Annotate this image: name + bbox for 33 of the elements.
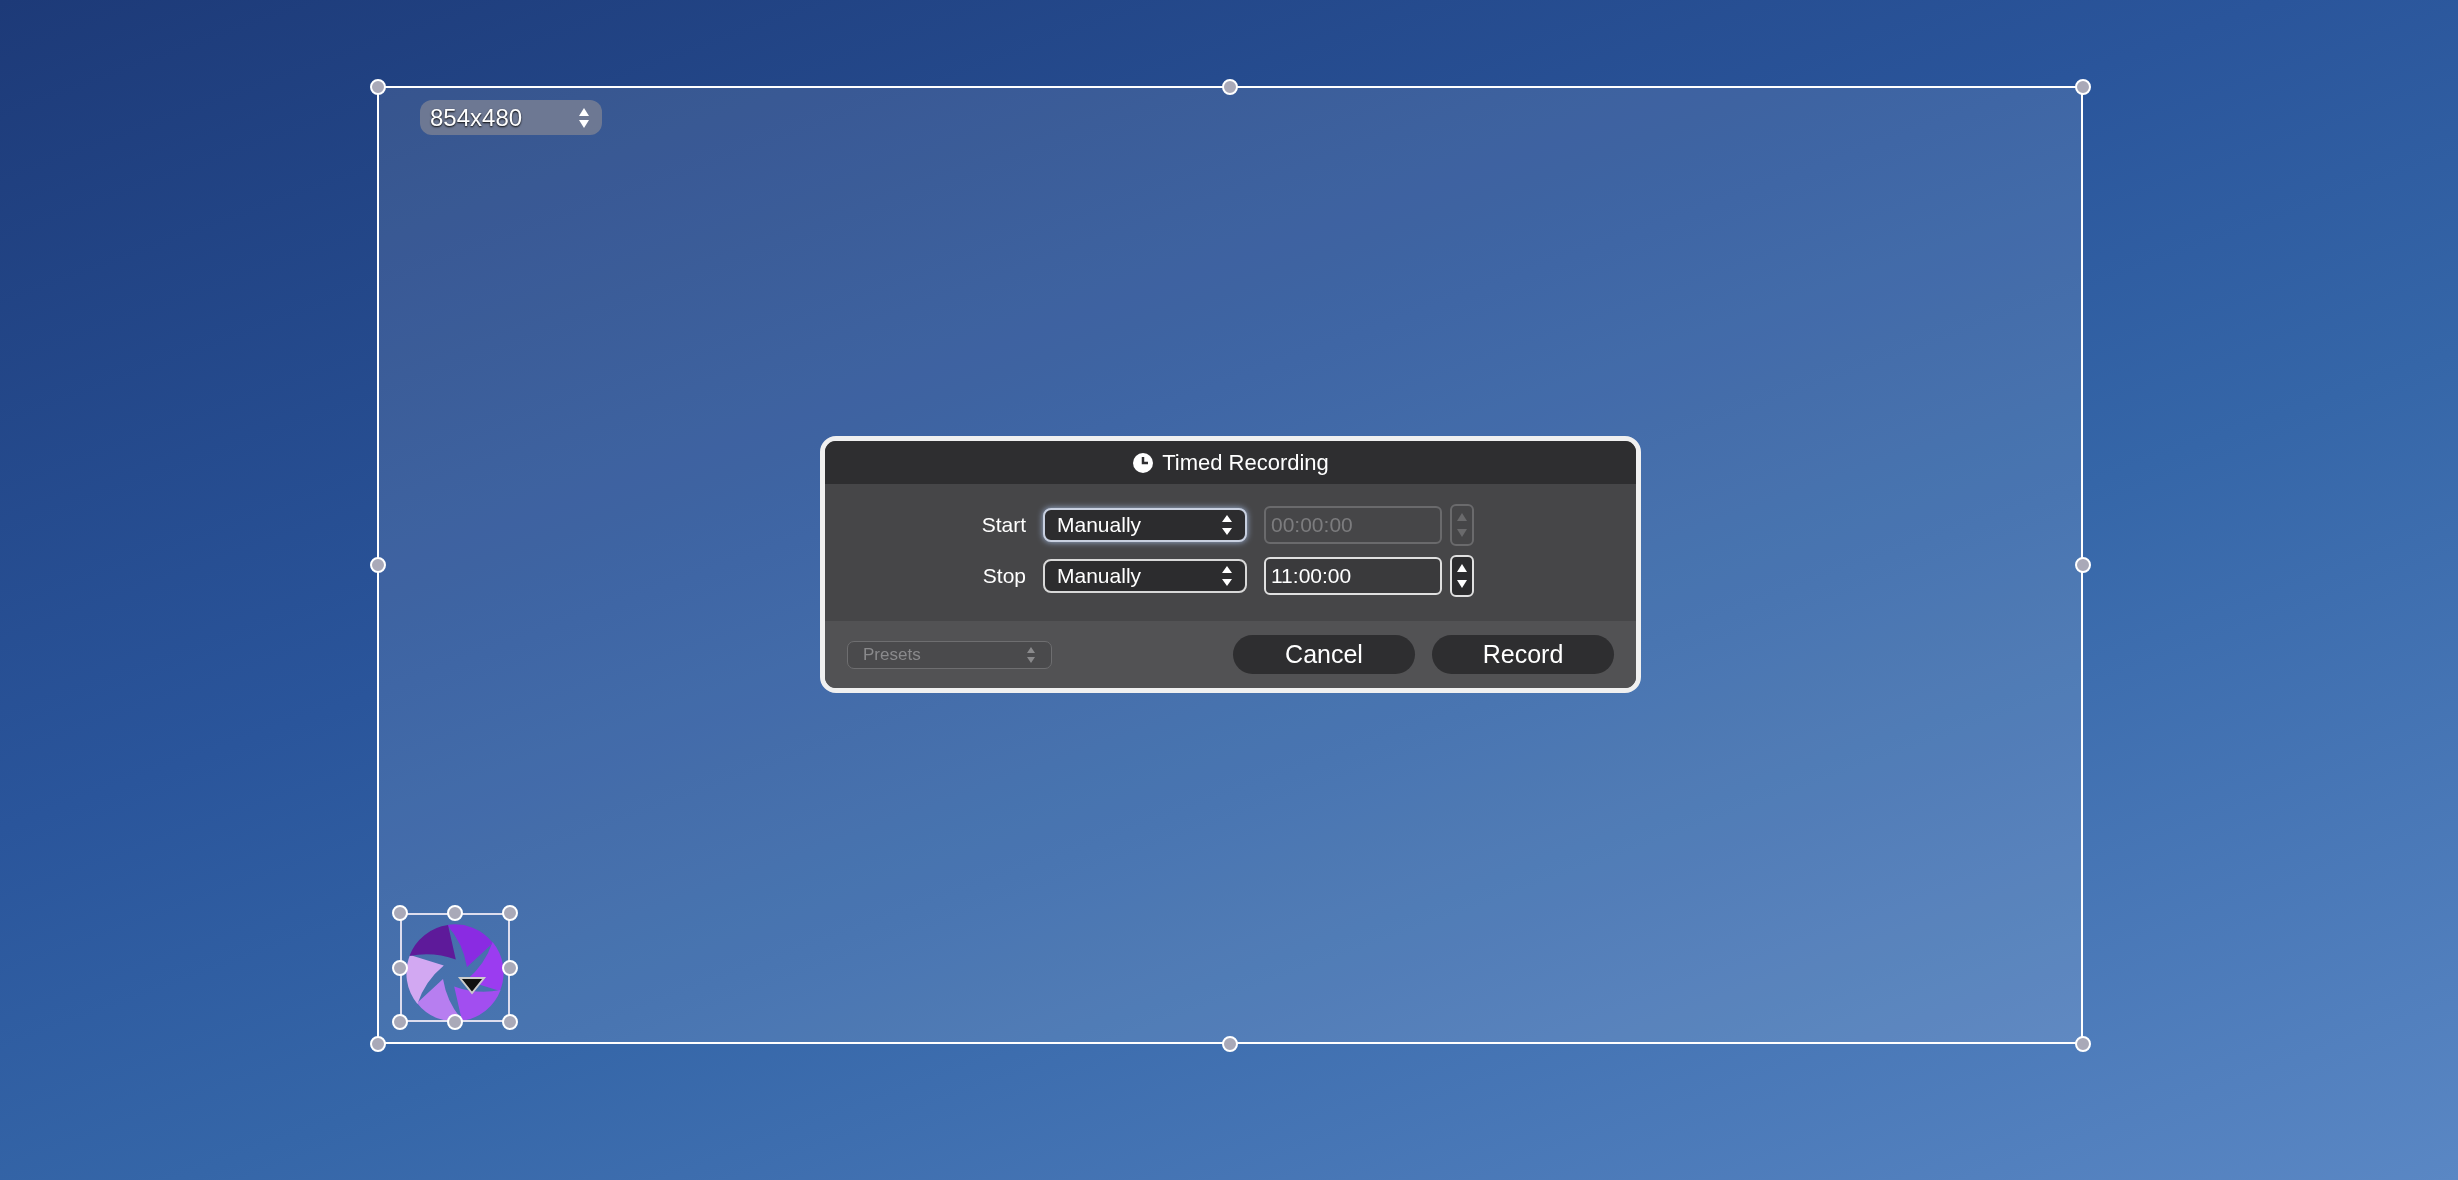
resize-handle[interactable] — [502, 1014, 518, 1030]
row-label: Start — [980, 512, 1026, 539]
stepper-arrows-icon — [1221, 565, 1233, 587]
dialog-title: Timed Recording — [1162, 449, 1329, 477]
size-dropdown[interactable]: 854x480 — [420, 100, 602, 135]
resize-handle[interactable] — [392, 905, 408, 921]
resize-handle[interactable] — [370, 557, 386, 573]
resize-handle[interactable] — [370, 79, 386, 95]
record-button[interactable]: Record — [1432, 635, 1614, 674]
stepper-arrows-icon — [1221, 514, 1233, 536]
resize-handle[interactable] — [1222, 79, 1238, 95]
row-label: Stop — [981, 563, 1026, 590]
resize-handle[interactable] — [2075, 557, 2091, 573]
resize-handle[interactable] — [502, 960, 518, 976]
resize-handle[interactable] — [447, 905, 463, 921]
stepper-arrows-icon — [1026, 645, 1036, 664]
resize-handle[interactable] — [392, 1014, 408, 1030]
resize-handle[interactable] — [447, 1014, 463, 1030]
resize-handle[interactable] — [370, 1036, 386, 1052]
stepper-arrows-icon — [578, 106, 590, 129]
resize-handle[interactable] — [2075, 79, 2091, 95]
mode-dropdown[interactable]: Manually — [1043, 559, 1247, 593]
clock-icon — [1132, 451, 1155, 474]
mode-dropdown[interactable]: Manually — [1043, 508, 1247, 542]
size-value: 854x480 — [430, 102, 523, 133]
stepper-arrows-icon — [1456, 562, 1468, 590]
resize-handle[interactable] — [392, 960, 408, 976]
resize-handle[interactable] — [1222, 1036, 1238, 1052]
resize-handle[interactable] — [502, 905, 518, 921]
cancel-button[interactable]: Cancel — [1233, 635, 1415, 674]
time-field[interactable]: 11:00:00 — [1264, 557, 1442, 595]
resize-handle[interactable] — [2075, 1036, 2091, 1052]
stepper-arrows-icon — [1456, 511, 1468, 539]
